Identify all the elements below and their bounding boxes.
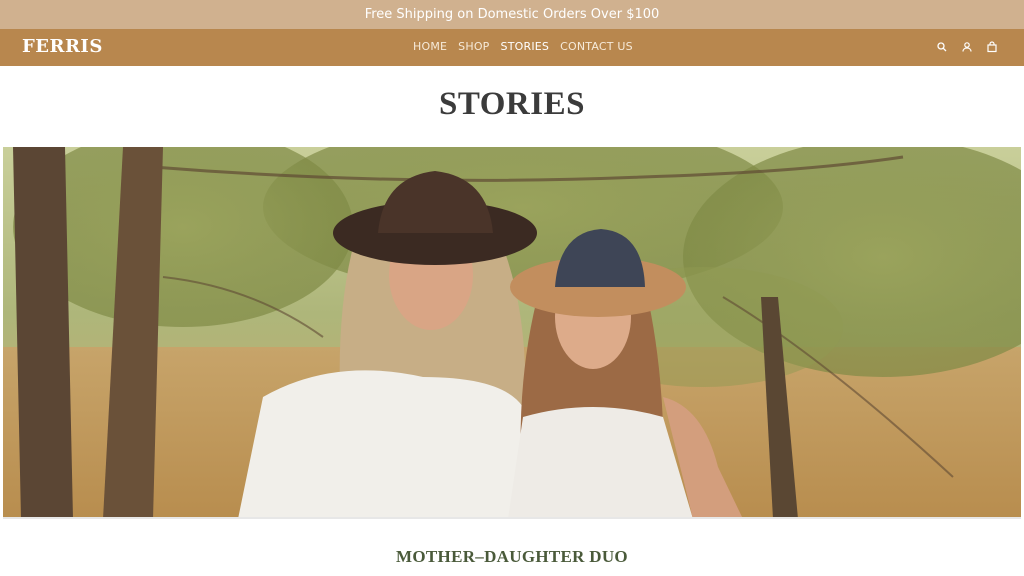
main-navbar: FERRIS HOME SHOP STORIES CONTACT US — [0, 29, 1024, 66]
nav-item-stories[interactable]: STORIES — [501, 40, 550, 53]
nav-item-home[interactable]: HOME — [413, 40, 447, 53]
announcement-text: Free Shipping on Domestic Orders Over $1… — [364, 7, 660, 22]
search-icon[interactable] — [936, 41, 948, 53]
cart-icon[interactable] — [986, 41, 998, 53]
brand-logo[interactable]: FERRIS — [22, 36, 103, 57]
header-icons — [936, 41, 998, 53]
nav-item-contact-us[interactable]: CONTACT US — [560, 40, 633, 53]
account-icon[interactable] — [961, 41, 973, 53]
main-menu: HOME SHOP STORIES CONTACT US — [413, 40, 633, 53]
section-title: MOTHER–DAUGHTER DUO — [396, 547, 628, 566]
page-title: STORIES — [439, 86, 585, 122]
hero-image — [3, 147, 1021, 519]
nav-item-shop[interactable]: SHOP — [458, 40, 489, 53]
announcement-bar: Free Shipping on Domestic Orders Over $1… — [0, 0, 1024, 29]
